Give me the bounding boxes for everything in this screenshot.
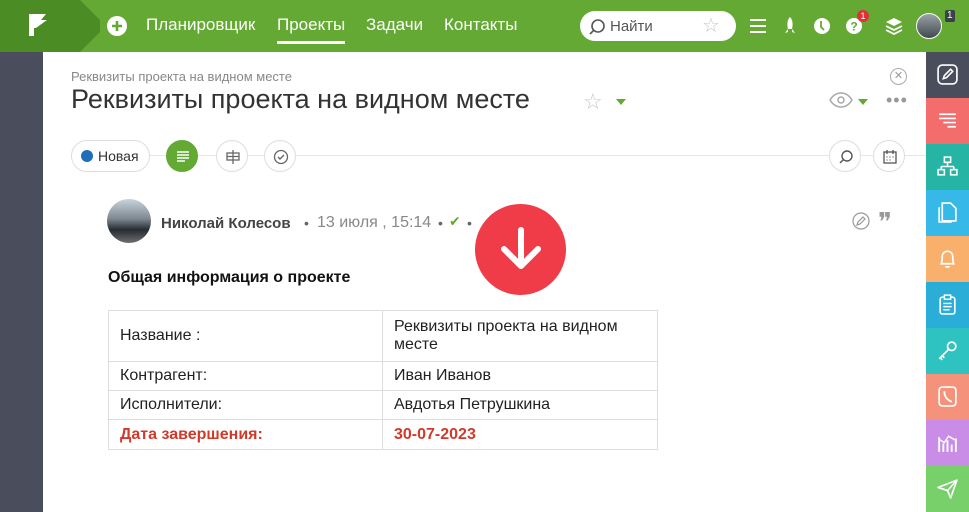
notification-badge: 1 bbox=[857, 10, 869, 22]
tab-description[interactable] bbox=[166, 140, 198, 172]
structure-icon bbox=[937, 156, 958, 176]
svg-text:?: ? bbox=[850, 20, 857, 34]
search-input[interactable] bbox=[610, 16, 700, 36]
row-label: Контрагент: bbox=[108, 361, 383, 391]
nav-planner[interactable]: Планировщик bbox=[146, 15, 255, 35]
row-label: Исполнители: bbox=[108, 390, 383, 420]
logo[interactable] bbox=[0, 0, 100, 52]
layers-icon[interactable] bbox=[884, 16, 904, 36]
quote-icon[interactable]: ❞ bbox=[878, 208, 892, 238]
check-icon: ✔ bbox=[449, 213, 461, 229]
project-panel: Реквизиты проекта на видном месте Реквиз… bbox=[43, 52, 926, 512]
rail-item-pen[interactable] bbox=[926, 52, 969, 98]
title-dropdown-icon[interactable] bbox=[616, 99, 626, 105]
rail-item-notifications[interactable] bbox=[926, 236, 969, 282]
send-icon bbox=[937, 479, 958, 499]
tab-checklist[interactable] bbox=[264, 140, 296, 172]
section-title: Общая информация о проекте bbox=[108, 269, 351, 286]
edit-icon[interactable] bbox=[852, 212, 870, 230]
scroll-down-button[interactable] bbox=[475, 204, 566, 295]
separator-dot: • bbox=[304, 215, 309, 231]
arrow-down-icon bbox=[501, 227, 541, 269]
nav-tasks[interactable]: Задачи bbox=[366, 15, 423, 35]
calendar-icon bbox=[883, 150, 897, 164]
rail-item-key[interactable] bbox=[926, 328, 969, 374]
structure-icon bbox=[226, 150, 240, 164]
page-title: Реквизиты проекта на видном месте bbox=[71, 84, 530, 114]
menu-icon[interactable] bbox=[748, 16, 768, 36]
rail-item-clipboard[interactable] bbox=[926, 282, 969, 328]
text-lines-icon bbox=[177, 151, 189, 162]
files-icon bbox=[938, 202, 957, 223]
star-icon[interactable]: ☆ bbox=[702, 15, 720, 37]
chart-icon bbox=[938, 435, 957, 452]
author-avatar[interactable] bbox=[107, 199, 151, 243]
close-icon[interactable]: ✕ bbox=[890, 68, 907, 85]
row-value: Реквизиты проекта на видном месте bbox=[382, 310, 658, 362]
phone-icon bbox=[938, 386, 957, 407]
post-timestamp: 13 июля , 15:14 bbox=[317, 214, 432, 231]
right-rail bbox=[926, 52, 969, 512]
breadcrumb[interactable]: Реквизиты проекта на видном месте bbox=[71, 69, 292, 84]
avatar-badge: 1 bbox=[945, 10, 955, 22]
row-label: Дата завершения: bbox=[108, 419, 383, 450]
status-dot-icon bbox=[81, 150, 93, 162]
more-icon[interactable]: ••• bbox=[886, 90, 908, 111]
left-strip bbox=[0, 52, 43, 512]
table-row: Дата завершения: 30-07-2023 bbox=[108, 419, 658, 450]
row-value: 30-07-2023 bbox=[382, 419, 658, 450]
pen-icon bbox=[937, 64, 958, 85]
favorite-star-icon[interactable]: ☆ bbox=[583, 89, 603, 115]
status-button[interactable]: Новая bbox=[71, 140, 150, 172]
flag-logo-icon bbox=[29, 14, 47, 36]
eye-icon[interactable] bbox=[829, 92, 853, 108]
tab-structure[interactable] bbox=[216, 140, 248, 172]
top-bar: Планировщик Проекты Задачи Контакты ☆ ? … bbox=[0, 0, 969, 52]
separator-dot: • bbox=[438, 215, 443, 231]
separator-dot: • bbox=[467, 215, 472, 231]
nav-projects[interactable]: Проекты bbox=[277, 15, 346, 44]
row-value: Иван Иванов bbox=[382, 361, 658, 391]
rail-item-structure[interactable] bbox=[926, 144, 969, 190]
row-label: Название : bbox=[108, 310, 383, 362]
eye-dropdown-icon[interactable] bbox=[858, 99, 868, 105]
rocket-icon[interactable] bbox=[780, 16, 800, 36]
project-info-table: Название : Реквизиты проекта на видном ме… bbox=[108, 310, 658, 450]
rail-item-chart[interactable] bbox=[926, 420, 969, 466]
search-icon bbox=[839, 150, 853, 164]
bell-icon bbox=[939, 250, 956, 268]
calendar-button[interactable] bbox=[873, 140, 905, 172]
row-value: Авдотья Петрушкина bbox=[382, 390, 658, 420]
status-label: Новая bbox=[98, 148, 139, 164]
check-circle-icon bbox=[273, 149, 289, 165]
clipboard-icon bbox=[939, 294, 956, 315]
list-icon bbox=[939, 113, 956, 128]
rail-item-list[interactable] bbox=[926, 98, 969, 144]
user-avatar[interactable] bbox=[916, 13, 942, 39]
add-icon[interactable] bbox=[106, 15, 128, 37]
divider bbox=[71, 155, 926, 156]
author-name[interactable]: Николай Колесов bbox=[161, 215, 291, 232]
rail-item-send[interactable] bbox=[926, 466, 969, 512]
search-icon bbox=[589, 19, 605, 35]
table-row: Название : Реквизиты проекта на видном ме… bbox=[108, 310, 658, 362]
search-button[interactable] bbox=[829, 140, 861, 172]
clock-icon[interactable] bbox=[812, 16, 832, 36]
table-row: Контрагент: Иван Иванов bbox=[108, 361, 658, 391]
rail-item-phone[interactable] bbox=[926, 374, 969, 420]
rail-item-files[interactable] bbox=[926, 190, 969, 236]
table-row: Исполнители: Авдотья Петрушкина bbox=[108, 390, 658, 420]
nav-contacts[interactable]: Контакты bbox=[444, 15, 517, 35]
search-box[interactable]: ☆ bbox=[580, 11, 736, 41]
key-icon bbox=[938, 341, 957, 361]
